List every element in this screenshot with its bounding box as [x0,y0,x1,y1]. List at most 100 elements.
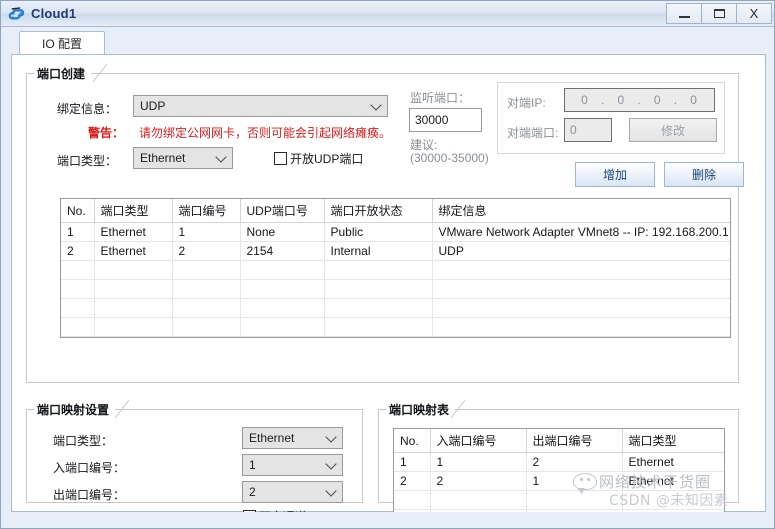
table-row[interactable]: 2 Ethernet 2 2154 Internal UDP [61,241,730,261]
warning-label: 警告： [88,126,125,140]
table-cell-empty [94,317,173,337]
table-cell-empty [430,490,527,510]
table-cell-empty [94,298,173,318]
peer-ip-input[interactable]: 0 . 0 . 0 . 0 [564,88,715,112]
port-type-value: Ethernet [140,151,186,165]
table-row[interactable]: 2 2 1 Ethernet [394,471,724,491]
window-bottom-strip [1,512,774,528]
listen-port-label: 监听端口： [410,91,471,105]
table-row-empty[interactable] [61,260,730,280]
chevron-down-icon [215,151,227,163]
cloud-config-window: Cloud1 X IO 配置 端口创建 绑定信息： UDP 警告： 请勿绑定公网… [0,0,775,529]
binding-info-label: 绑定信息： [57,102,118,116]
ip-dot-3: . [673,93,679,107]
warning-text: 请勿绑定公网网卡，否则可能会引起网络瘫痪。 [139,126,392,140]
table-cell-empty [240,260,325,280]
in-port-label: 入端口编号： [53,461,126,475]
listen-port-value: 30000 [415,113,449,127]
table-cell-empty [61,298,95,318]
table-cell-empty [94,279,173,299]
table-cell-empty [526,490,623,510]
table-cell-empty [240,317,325,337]
table-cell: 1 [394,452,431,472]
mapping-port-type-label: 端口类型： [53,434,114,448]
ip-dot-1: . [600,93,606,107]
table-cell-empty [432,279,730,299]
table-cell: Internal [324,241,433,261]
delete-port-button[interactable]: 删除 [664,162,744,187]
table-cell: Ethernet [94,241,173,261]
table-cell-empty [240,279,325,299]
table-cell-empty [172,317,241,337]
title-bar: Cloud1 X [1,1,774,27]
table-cell-empty [324,279,433,299]
binding-info-select[interactable]: UDP [133,95,388,117]
mapping-settings-group-title: 端口映射设置 [35,401,116,418]
open-udp-label: 开放UDP端口 [290,152,364,166]
port-create-group: 端口创建 绑定信息： UDP 警告： 请勿绑定公网网卡，否则可能会引起网络瘫痪。… [26,64,744,383]
table-row[interactable]: 1 1 2 Ethernet [394,452,724,472]
column-header: 端口类型 [622,429,724,453]
modify-button-label: 修改 [660,123,685,138]
peer-port-input[interactable]: 0 [564,118,612,142]
binding-info-value: UDP [140,99,166,113]
peer-ip-octet-1: 0 [581,93,589,107]
group-title-notch [451,400,473,419]
ip-dot-2: . [637,93,642,107]
add-port-button[interactable]: 增加 [575,162,655,187]
table-cell: None [240,222,325,242]
chevron-down-icon [325,458,337,470]
content-panel: 端口创建 绑定信息： UDP 警告： 请勿绑定公网网卡，否则可能会引起网络瘫痪。… [11,54,766,528]
cloud-icon [8,5,26,23]
tab-io-config[interactable]: IO 配置 [19,31,105,55]
table-cell: Ethernet [622,471,724,491]
table-row-empty[interactable] [61,279,730,299]
table-cell-empty [432,298,730,318]
peer-port-value: 0 [570,123,577,137]
table-cell: UDP [432,241,730,261]
group-title-notch [115,400,137,419]
port-table-header-row: No. 端口类型 端口编号 UDP端口号 端口开放状态 绑定信息 [61,199,730,223]
table-cell-empty [432,260,730,280]
table-cell-empty [61,260,95,280]
table-cell-empty [324,317,433,337]
peer-ip-label: 对端IP: [507,96,546,110]
out-port-label: 出端口编号： [53,488,126,502]
port-table[interactable]: No. 端口类型 端口编号 UDP端口号 端口开放状态 绑定信息 1 Ethernet 1 No… [60,198,731,338]
peer-ip-octet-2: 0 [617,93,626,107]
peer-ip-octet-3: 0 [653,93,662,107]
close-icon: X [749,6,759,21]
mapping-port-type-select[interactable]: Ethernet [242,427,343,449]
port-type-select[interactable]: Ethernet [133,147,233,169]
table-row[interactable]: 1 Ethernet 1 None Public VMware Network Adapt… [61,222,730,242]
table-cell: Public [324,222,433,242]
in-port-select[interactable]: 1 [242,454,343,476]
out-port-select[interactable]: 2 [242,481,343,503]
table-cell: 1 [61,222,95,242]
listen-port-input[interactable]: 30000 [409,108,482,132]
table-cell-empty [394,490,431,510]
table-row-empty[interactable] [61,298,730,318]
mapping-table-group-title: 端口映射表 [387,401,456,418]
minimize-button[interactable] [666,3,702,24]
table-cell: 2154 [240,241,325,261]
table-row-empty[interactable] [61,317,730,337]
table-cell: 2 [430,471,527,491]
table-cell: 1 [430,452,527,472]
column-header: 入端口编号 [430,429,527,453]
column-header: 端口编号 [172,199,241,223]
maximize-button[interactable] [701,3,737,24]
table-cell: Ethernet [94,222,173,242]
add-port-label: 增加 [602,168,627,182]
close-button[interactable]: X [736,3,772,24]
column-header: 端口类型 [94,199,173,223]
chevron-down-icon [325,485,337,497]
mapping-port-type-value: Ethernet [249,431,295,445]
open-udp-checkbox[interactable]: 开放UDP端口 [274,150,363,167]
port-create-group-title: 端口创建 [35,65,92,82]
modify-button[interactable]: 修改 [629,118,717,142]
table-cell-empty [622,490,724,510]
table-row-empty[interactable] [394,490,724,510]
column-header: 绑定信息 [432,199,730,223]
group-title-notch [93,64,115,83]
